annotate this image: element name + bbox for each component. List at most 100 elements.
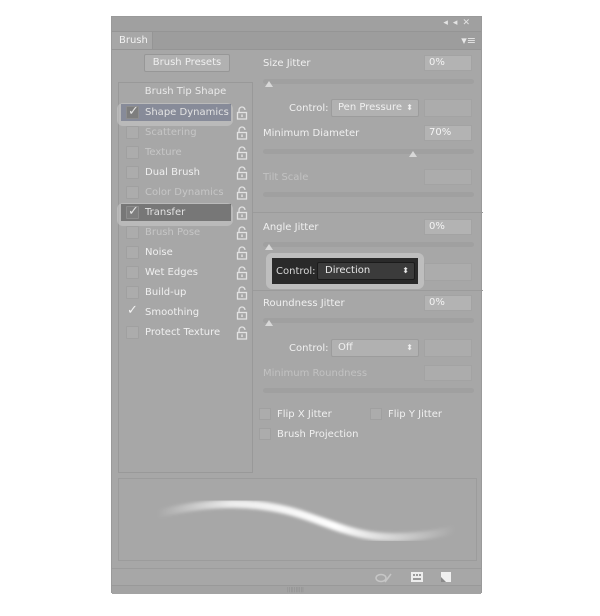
brush-setting-item[interactable]: Texture	[119, 143, 254, 163]
size-control-value: Pen Pressure	[338, 102, 403, 113]
setting-checkbox[interactable]	[126, 146, 139, 159]
min-roundness-slider	[263, 388, 474, 393]
tilt-scale-slider	[263, 192, 474, 197]
setting-label: Protect Texture	[145, 327, 221, 338]
min-diameter-slider[interactable]	[263, 149, 474, 154]
angle-control-select[interactable]: Direction ⬍	[317, 262, 415, 280]
brush-setting-item[interactable]: Noise	[119, 243, 254, 263]
lock-icon[interactable]	[236, 206, 248, 220]
flip-y-checkbox[interactable]	[370, 408, 382, 420]
flip-x-label: Flip X Jitter	[277, 409, 332, 420]
angle-control-label: Control:	[276, 266, 316, 277]
size-jitter-label: Size Jitter	[263, 58, 311, 69]
roundness-control-select[interactable]: Off ⬍	[331, 339, 419, 357]
size-control-field[interactable]	[424, 99, 472, 117]
setting-checkbox[interactable]	[126, 246, 139, 259]
lock-icon[interactable]	[236, 266, 248, 280]
updown-icon: ⬍	[402, 266, 409, 275]
min-diameter-field[interactable]: 70%	[424, 125, 472, 141]
setting-checkbox[interactable]	[126, 186, 139, 199]
size-jitter-thumb[interactable]	[265, 81, 273, 87]
roundness-control-label: Control:	[289, 343, 329, 354]
panel-menu-icon[interactable]: ▾≡	[461, 34, 476, 47]
angle-control-field[interactable]	[424, 263, 472, 281]
brush-setting-item[interactable]: Protect Texture	[119, 323, 254, 343]
angle-jitter-slider[interactable]	[263, 242, 474, 247]
setting-label: Noise	[145, 247, 173, 258]
open-preset-manager-icon[interactable]	[410, 571, 424, 583]
brush-setting-item[interactable]: Color Dynamics	[119, 183, 254, 203]
toggle-live-tip-preview-icon[interactable]	[375, 572, 393, 584]
brush-setting-item[interactable]: ✓ Smoothing	[119, 303, 254, 323]
min-roundness-label: Minimum Roundness	[263, 368, 368, 379]
brush-setting-item[interactable]: Brush Pose	[119, 223, 254, 243]
divider	[253, 290, 483, 291]
lock-icon[interactable]	[236, 326, 248, 340]
angle-control-row: Control: Direction ⬍	[272, 258, 418, 284]
setting-label: Build-up	[145, 287, 187, 298]
size-control-select[interactable]: Pen Pressure ⬍	[331, 99, 419, 117]
size-control-label: Control:	[289, 103, 329, 114]
panel-footer	[112, 568, 481, 586]
tab-brush[interactable]: Brush	[112, 32, 153, 49]
brush-setting-item[interactable]: Scattering	[119, 123, 254, 143]
setting-label: Color Dynamics	[145, 187, 224, 198]
create-new-brush-icon[interactable]	[440, 571, 452, 583]
lock-icon[interactable]	[236, 246, 248, 260]
setting-checkbox[interactable]	[126, 126, 139, 139]
lock-icon[interactable]	[236, 186, 248, 200]
close-icon[interactable]: ✕	[462, 18, 475, 28]
lock-icon[interactable]	[236, 126, 248, 140]
setting-label: Scattering	[145, 127, 197, 138]
brush-stroke-preview	[118, 478, 477, 561]
brush-setting-item[interactable]: Wet Edges	[119, 263, 254, 283]
setting-label: Brush Pose	[145, 227, 201, 238]
highlight-halo	[117, 203, 233, 226]
lock-icon[interactable]	[236, 146, 248, 160]
size-jitter-slider[interactable]	[263, 79, 474, 84]
brush-settings-list: Brush Tip Shape ✓ Shape Dynamics Scatterin…	[118, 82, 253, 473]
resize-grip[interactable]: ||||||||||	[112, 585, 481, 594]
divider	[253, 212, 483, 213]
brush-tip-shape-item[interactable]: Brush Tip Shape	[119, 86, 252, 97]
angle-jitter-label: Angle Jitter	[263, 222, 319, 233]
roundness-control-value: Off	[338, 342, 353, 353]
lock-icon[interactable]	[236, 226, 248, 240]
highlight-halo	[117, 103, 233, 126]
lock-icon[interactable]	[236, 106, 248, 120]
updown-icon: ⬍	[406, 103, 413, 112]
flip-x-checkbox[interactable]	[259, 408, 271, 420]
brush-projection-checkbox[interactable]	[259, 428, 271, 440]
brush-presets-button[interactable]: Brush Presets	[144, 54, 230, 72]
setting-label: Smoothing	[145, 307, 200, 318]
roundness-jitter-slider[interactable]	[263, 318, 474, 323]
setting-checkbox[interactable]: ✓	[126, 303, 139, 319]
min-diameter-thumb[interactable]	[408, 151, 417, 157]
roundness-control-field[interactable]	[424, 339, 472, 357]
angle-jitter-thumb[interactable]	[265, 244, 273, 250]
setting-checkbox[interactable]	[126, 286, 139, 299]
setting-checkbox[interactable]	[126, 226, 139, 239]
double-chevron-left-icon[interactable]: ◂◂	[443, 18, 462, 28]
roundness-jitter-thumb[interactable]	[265, 320, 273, 326]
lock-icon[interactable]	[236, 166, 248, 180]
brush-projection-label: Brush Projection	[277, 429, 359, 440]
roundness-jitter-field[interactable]: 0%	[424, 295, 472, 311]
setting-label: Texture	[145, 147, 182, 158]
brush-panel: ◂◂✕ Brush ▾≡ Brush Presets Brush Tip Sha…	[111, 16, 483, 594]
lock-icon[interactable]	[236, 306, 248, 320]
min-roundness-field	[424, 365, 472, 381]
brush-setting-item[interactable]: Build-up	[119, 283, 254, 303]
brush-stroke	[153, 499, 459, 542]
angle-control-highlight: Control: Direction ⬍	[266, 253, 424, 289]
grip-dots: ||||||||||	[287, 587, 304, 593]
angle-jitter-field[interactable]: 0%	[424, 219, 472, 235]
lock-icon[interactable]	[236, 286, 248, 300]
setting-checkbox[interactable]	[126, 166, 139, 179]
setting-checkbox[interactable]	[126, 266, 139, 279]
setting-label: Wet Edges	[145, 267, 198, 278]
setting-checkbox[interactable]	[126, 326, 139, 339]
size-jitter-field[interactable]: 0%	[424, 55, 472, 71]
panel-titlebar: ◂◂✕	[112, 17, 481, 32]
brush-setting-item[interactable]: Dual Brush	[119, 163, 254, 183]
